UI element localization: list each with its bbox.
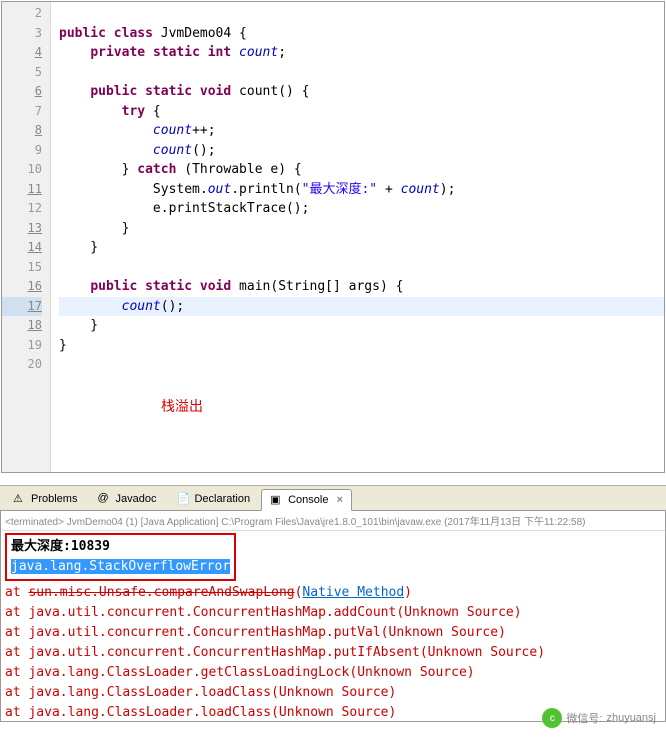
wechat-icon: c: [542, 708, 562, 728]
console-view[interactable]: <terminated> JvmDemo04 (1) [Java Applica…: [0, 510, 666, 722]
line-gutter: 234567891011121314151617181920: [2, 2, 51, 472]
declaration-icon: 📄: [176, 492, 190, 506]
highlighted-error-box: 最大深度:10839 java.lang.StackOverflowError: [5, 533, 236, 581]
console-icon: ▣: [270, 493, 284, 507]
close-icon[interactable]: ×: [336, 494, 342, 506]
tab-console[interactable]: ▣Console×: [261, 489, 352, 511]
problems-icon: ⚠: [13, 492, 27, 506]
view-tabs: ⚠Problems @Javadoc 📄Declaration ▣Console…: [0, 485, 666, 510]
tab-problems[interactable]: ⚠Problems: [4, 488, 86, 510]
watermark: c 微信号:zhuyuansj: [542, 708, 656, 728]
javadoc-icon: @: [97, 492, 111, 506]
terminated-label: <terminated> JvmDemo04 (1) [Java Applica…: [1, 511, 665, 531]
annotation-text: 栈溢出: [161, 397, 203, 417]
code-editor[interactable]: 234567891011121314151617181920 public cl…: [1, 1, 665, 473]
tab-javadoc[interactable]: @Javadoc: [88, 488, 165, 510]
console-output: 最大深度:10839 java.lang.StackOverflowError …: [1, 531, 665, 722]
code-area[interactable]: public class JvmDemo04 { private static …: [51, 2, 664, 472]
tab-declaration[interactable]: 📄Declaration: [167, 488, 259, 510]
